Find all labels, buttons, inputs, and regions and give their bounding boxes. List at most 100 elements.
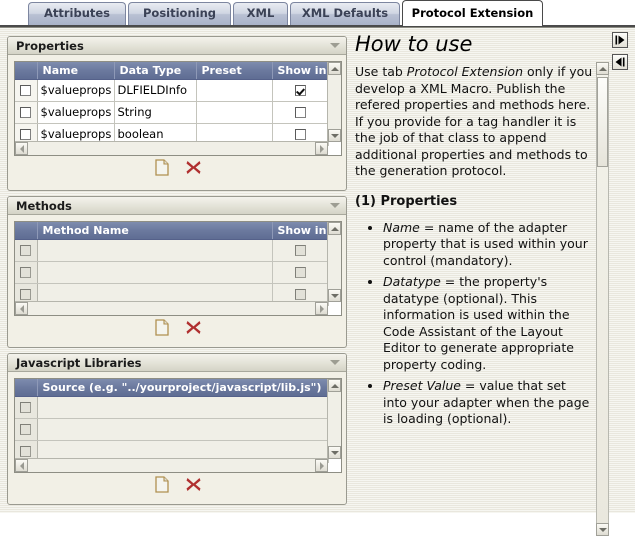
methods-scroll-left-button[interactable] [15,302,28,315]
delete-property-button[interactable] [185,159,202,179]
row-select-checkbox[interactable] [20,129,32,140]
methods-scroll-right-button[interactable] [315,302,328,315]
properties-scroll-up-button[interactable] [328,62,341,75]
methods-row-1-showin[interactable] [272,261,329,284]
expand-right-button[interactable] [612,32,628,48]
new-method-button[interactable] [154,319,170,339]
help-pane-scrollbar[interactable] [596,62,609,536]
table-row[interactable] [15,396,329,419]
methods-col-showin[interactable]: Show in [272,222,329,240]
tab-positioning[interactable]: Positioning [128,2,231,25]
delete-method-button[interactable] [185,319,202,339]
javascript-libraries-col-select[interactable] [15,379,38,397]
help-bullet-list: Name = name of the adapter property that… [355,220,593,428]
arrow-up-icon [598,66,607,71]
help-scroll-up-button[interactable] [596,62,609,75]
javascript-libraries-vertical-scrollbar[interactable] [327,379,341,459]
row-select-checkbox[interactable] [20,424,32,435]
help-scroll-down-button[interactable] [596,523,609,536]
new-document-icon [154,319,169,336]
row-select-checkbox[interactable] [20,267,32,278]
methods-vertical-scrollbar[interactable] [327,222,341,302]
properties-actions [8,159,348,179]
methods-collapse-icon[interactable] [330,203,340,208]
properties-row-0-preset[interactable] [196,79,273,102]
javascript-libraries-collapse-icon[interactable] [330,360,340,365]
javascript-libraries-row-1-select[interactable] [15,418,38,441]
show-in-checkbox[interactable] [294,107,306,118]
javascript-libraries-horizontal-scrollbar[interactable] [15,458,328,472]
collapse-left-button[interactable] [612,54,628,70]
properties-row-0-select[interactable] [15,79,38,102]
row-select-checkbox[interactable] [20,446,32,457]
methods-scroll-down-button[interactable] [328,289,341,302]
tab-attributes[interactable]: Attributes [28,2,126,25]
javascript-libraries-row-0-source[interactable] [37,396,329,419]
table-row[interactable] [15,418,329,441]
table-row[interactable] [15,239,329,262]
methods-panel-title: Methods [16,199,72,213]
methods-col-select[interactable] [15,222,38,240]
properties-col-name[interactable]: Name [37,62,115,80]
properties-scroll-down-button[interactable] [328,129,341,142]
properties-row-0-name[interactable]: $valueprops [37,79,115,102]
javascript-libraries-scroll-left-button[interactable] [15,459,28,472]
properties-row-1-showin[interactable] [272,101,329,124]
help-heading: How to use [355,32,473,56]
methods-row-1-select[interactable] [15,261,38,284]
show-in-checkbox[interactable] [294,129,306,140]
properties-vertical-scrollbar[interactable] [327,62,341,142]
methods-row-1-name[interactable] [37,261,273,284]
properties-horizontal-scrollbar[interactable] [15,141,328,155]
properties-header-row: Name Data Type Preset Show in [15,62,329,80]
tab-protocol-extension[interactable]: Protocol Extension [402,0,543,26]
properties-row-0-datatype[interactable]: DLFIELDInfo [114,79,197,102]
javascript-libraries-col-source[interactable]: Source (e.g. "../yourproject/javascript/… [37,379,329,397]
row-select-checkbox[interactable] [20,289,32,300]
properties-scroll-left-button[interactable] [15,142,28,155]
row-select-checkbox[interactable] [20,107,32,118]
methods-scroll-up-button[interactable] [328,222,341,235]
table-row[interactable] [15,261,329,284]
methods-panel-header: Methods [8,197,346,215]
table-row[interactable]: $valueprops String [15,101,329,124]
show-in-checkbox[interactable] [294,267,306,278]
properties-col-preset[interactable]: Preset [196,62,273,80]
delete-javascript-library-button[interactable] [185,476,202,496]
help-intro-part2: only if you develop a XML Macro. Publish… [355,64,593,178]
row-select-checkbox[interactable] [20,85,32,96]
properties-scroll-right-button[interactable] [315,142,328,155]
properties-row-1-datatype[interactable]: String [114,101,197,124]
methods-horizontal-scrollbar[interactable] [15,301,328,315]
properties-row-1-select[interactable] [15,101,38,124]
show-in-checkbox[interactable] [294,85,306,96]
row-select-checkbox[interactable] [20,402,32,413]
table-row[interactable]: $valueprops DLFIELDInfo [15,79,329,102]
properties-row-1-name[interactable]: $valueprops [37,101,115,124]
row-select-checkbox[interactable] [20,245,32,256]
properties-col-select[interactable] [15,62,38,80]
javascript-libraries-row-0-select[interactable] [15,396,38,419]
properties-col-datatype[interactable]: Data Type [114,62,197,80]
tab-xml[interactable]: XML [233,2,288,25]
javascript-libraries-scroll-down-button[interactable] [328,446,341,459]
show-in-checkbox[interactable] [294,289,306,300]
properties-row-1-preset[interactable] [196,101,273,124]
javascript-libraries-row-1-source[interactable] [37,418,329,441]
methods-col-name[interactable]: Method Name [37,222,273,240]
new-property-button[interactable] [154,159,170,179]
properties-collapse-icon[interactable] [330,43,340,48]
methods-row-0-select[interactable] [15,239,38,262]
javascript-libraries-scroll-up-button[interactable] [328,379,341,392]
tab-xml-defaults[interactable]: XML Defaults [290,2,400,25]
properties-col-showin[interactable]: Show in [272,62,329,80]
arrow-down-icon [330,133,339,138]
new-javascript-library-button[interactable] [154,476,170,496]
methods-row-0-showin[interactable] [272,239,329,262]
properties-row-0-showin[interactable] [272,79,329,102]
properties-panel-header: Properties [8,37,346,55]
show-in-checkbox[interactable] [294,245,306,256]
javascript-libraries-scroll-right-button[interactable] [315,459,328,472]
help-scroll-thumb[interactable] [597,77,608,167]
methods-row-0-name[interactable] [37,239,273,262]
